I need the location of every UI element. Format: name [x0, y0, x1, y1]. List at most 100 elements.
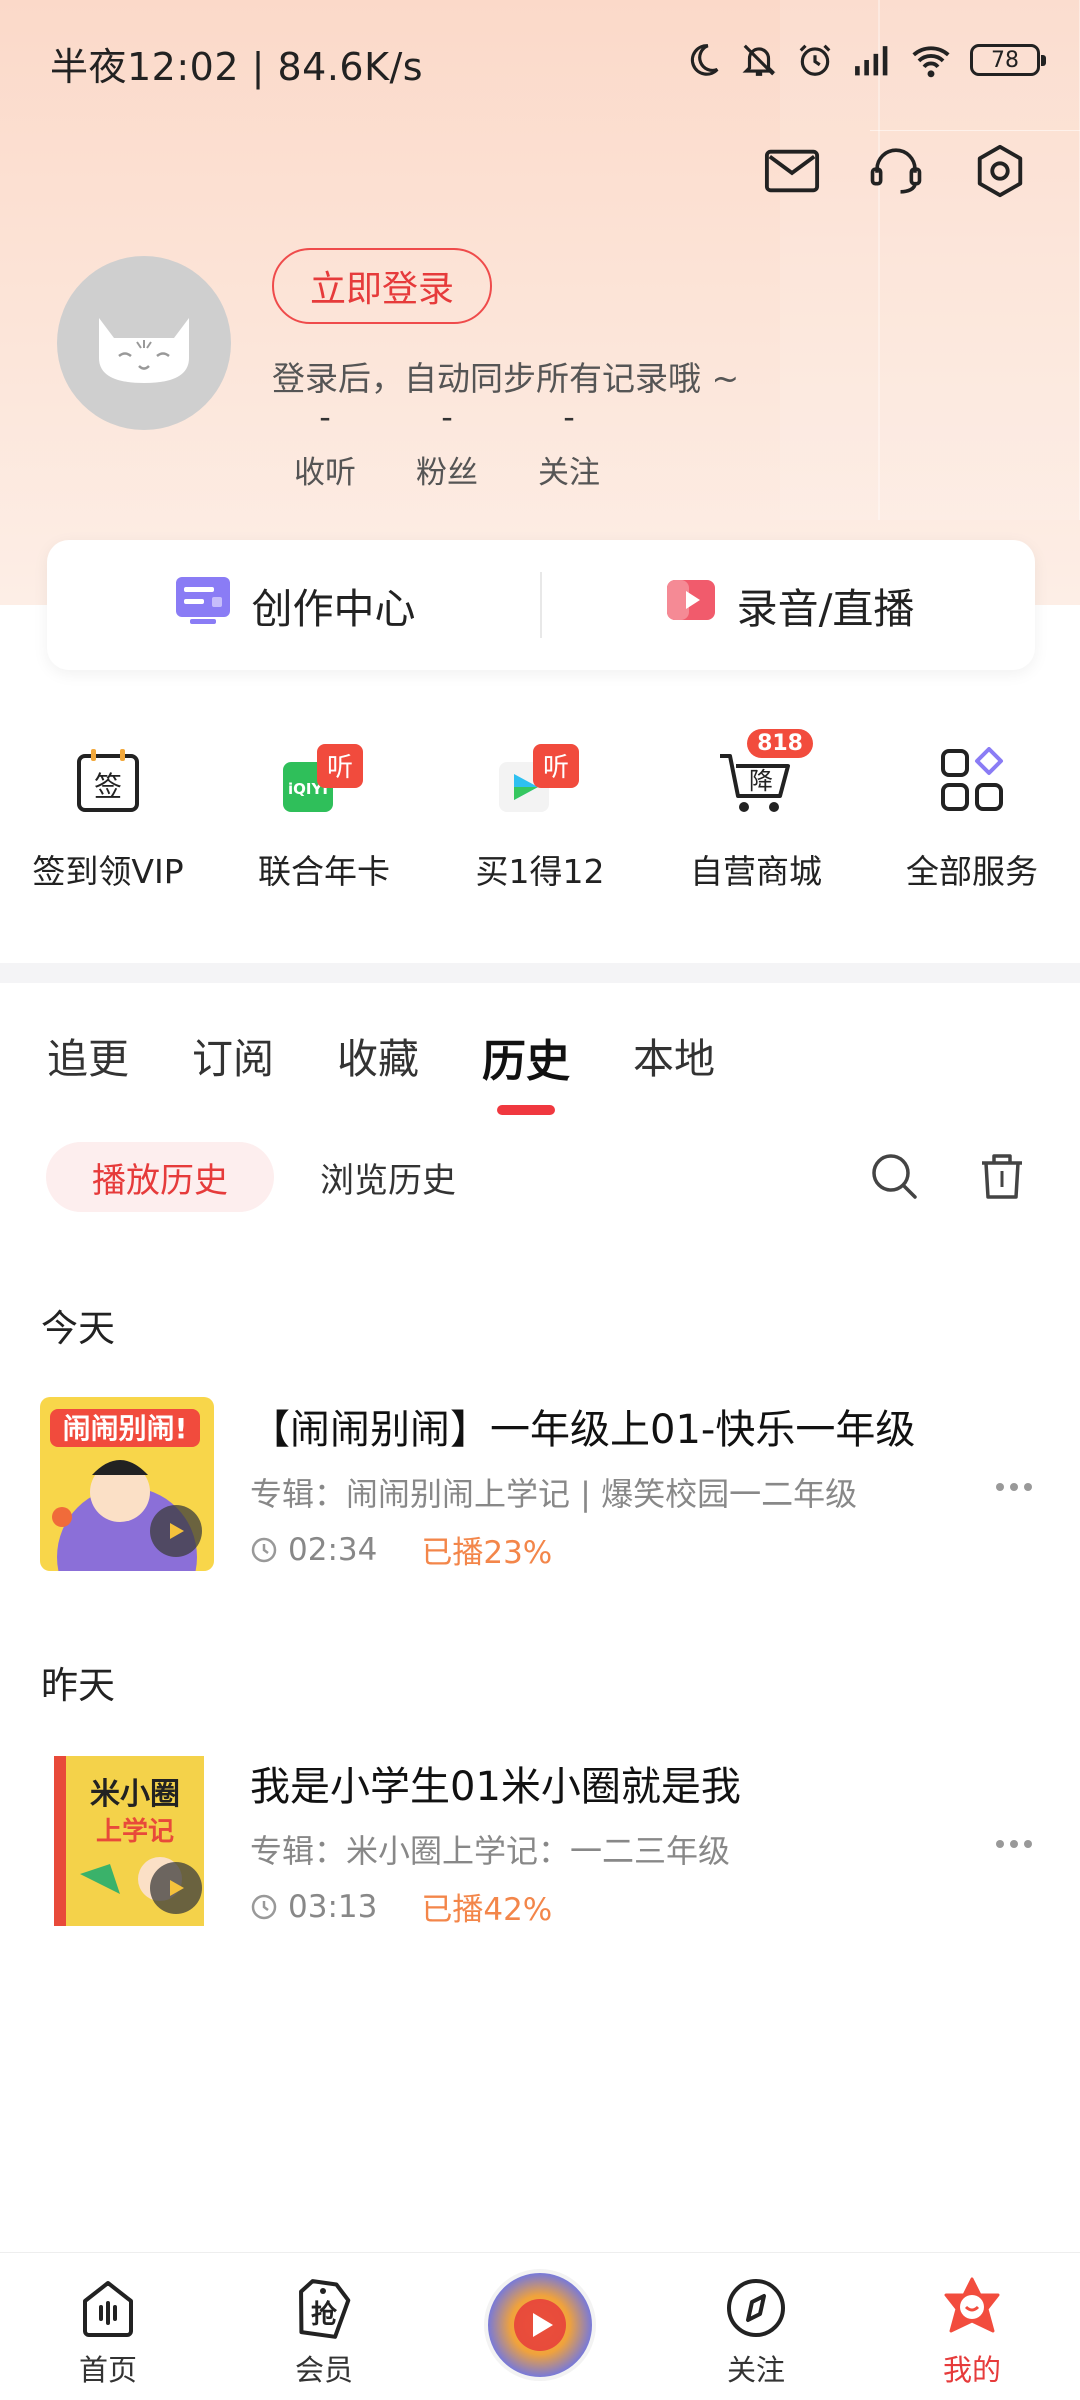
- now-playing-disc: [484, 2269, 596, 2381]
- nav-mine[interactable]: 我的: [864, 2253, 1080, 2400]
- duration: 03:13: [250, 1889, 377, 1925]
- stat-label: 粉丝: [416, 455, 478, 491]
- settings-icon[interactable]: [972, 143, 1028, 199]
- buy-one-get-twelve-icon: 听: [495, 735, 585, 825]
- library-tabs: 追更 订阅 收藏 历史 本地: [47, 1025, 715, 1099]
- moon-icon: [684, 41, 722, 79]
- track-meta: 02:34 已播23%: [250, 1527, 552, 1572]
- customer-service-icon[interactable]: [868, 143, 924, 199]
- tab-favorites[interactable]: 收藏: [337, 1025, 419, 1099]
- creation-card: 创作中心 录音/直播: [47, 540, 1035, 670]
- home-icon: [73, 2273, 143, 2343]
- track-meta: 03:13 已播42%: [250, 1884, 552, 1929]
- history-actions: [866, 1148, 1030, 1204]
- creation-center-icon: [172, 573, 234, 637]
- mail-icon[interactable]: [764, 143, 820, 199]
- nav-home[interactable]: 首页: [0, 2253, 216, 2400]
- login-hint: 登录后，自动同步所有记录哦 ~: [272, 359, 740, 398]
- nav-vip[interactable]: 抢 会员: [216, 2253, 432, 2400]
- album-name: 专辑：闹闹别闹上学记 | 爆笑校园一二年级: [250, 1475, 858, 1513]
- play-progress: 已播23%: [421, 1535, 553, 1571]
- svg-text:上学记: 上学记: [96, 1816, 174, 1847]
- service-grid: 签 签到领VIP iQIYI 听 联合年卡 听 买1得12 降 818 自营商城 …: [0, 729, 1080, 893]
- alarm-icon: [796, 41, 834, 79]
- album-name: 专辑：米小圈上学记：一二三年级: [250, 1832, 731, 1870]
- search-icon[interactable]: [866, 1148, 922, 1204]
- compass-icon: [721, 2273, 791, 2343]
- record-live-button[interactable]: 录音/直播: [542, 575, 1035, 635]
- creation-center-button[interactable]: 创作中心: [47, 573, 540, 637]
- stat-label: 关注: [538, 455, 600, 491]
- play-icon: [150, 1862, 202, 1914]
- service-sign-in-vip[interactable]: 签 签到领VIP: [0, 735, 216, 893]
- svg-text:签: 签: [94, 770, 122, 803]
- stat-label: 收听: [294, 455, 356, 491]
- wifi-icon: [910, 41, 952, 79]
- service-annual-card[interactable]: iQIYI 听 联合年卡: [216, 735, 432, 893]
- more-options-icon[interactable]: [996, 1477, 1040, 1497]
- subtab-play-history[interactable]: 播放历史: [46, 1142, 274, 1212]
- history-subtabs: 播放历史 浏览历史: [46, 1142, 502, 1212]
- status-bar: 半夜12:02 | 84.6K/s 78: [0, 0, 1080, 120]
- stat-value: -: [563, 398, 575, 436]
- nav-follow[interactable]: 关注: [648, 2253, 864, 2400]
- nav-now-playing[interactable]: [432, 2253, 648, 2400]
- vip-grab-icon: 抢: [289, 2273, 359, 2343]
- stat-listen[interactable]: - 收听: [264, 395, 386, 492]
- mine-icon: [937, 2273, 1007, 2343]
- svg-text:听: 听: [327, 753, 353, 783]
- album-cover: 米小圈 上学记: [40, 1754, 214, 1928]
- record-live-label: 录音/直播: [736, 585, 915, 633]
- bottom-nav: 首页 抢 会员 关注 我的: [0, 2252, 1080, 2400]
- nav-label: 会员: [294, 2353, 353, 2387]
- iqiyi-annual-card-icon: iQIYI 听: [279, 735, 369, 825]
- battery-icon: 78: [970, 44, 1046, 76]
- svg-text:抢: 抢: [311, 2299, 338, 2330]
- clock-icon: [251, 1537, 277, 1562]
- duration: 02:34: [250, 1532, 377, 1568]
- subtab-browse-history[interactable]: 浏览历史: [274, 1142, 502, 1212]
- tab-subscriptions[interactable]: 订阅: [192, 1025, 274, 1099]
- history-item[interactable]: 闹闹别闹! 【闹闹别闹】一年级上01-快乐一年级 专辑：闹闹别闹上学记 | 爆笑…: [40, 1397, 1040, 1572]
- service-label: 签到领VIP: [32, 852, 184, 891]
- avatar[interactable]: [57, 256, 231, 430]
- nav-label: 首页: [78, 2353, 137, 2387]
- promo-badge: 818: [747, 729, 813, 758]
- stat-following[interactable]: - 关注: [508, 395, 630, 492]
- tab-history[interactable]: 历史: [482, 1025, 570, 1099]
- status-icons: 78: [684, 36, 1046, 84]
- nav-label: 关注: [726, 2353, 785, 2387]
- day-label-today: 今天: [41, 1307, 115, 1350]
- service-buy-one-get-twelve[interactable]: 听 买1得12: [432, 735, 648, 893]
- duration-text: 03:13: [288, 1888, 378, 1925]
- trash-icon[interactable]: [974, 1148, 1030, 1204]
- svg-text:听: 听: [543, 753, 569, 783]
- status-time-speed: 半夜12:02 | 84.6K/s: [50, 45, 424, 89]
- svg-text:米小圈: 米小圈: [90, 1777, 180, 1812]
- duration-text: 02:34: [288, 1531, 378, 1568]
- creation-center-label: 创作中心: [251, 585, 416, 633]
- stat-value: -: [441, 398, 453, 436]
- play-icon: [150, 1505, 202, 1557]
- login-button[interactable]: 立即登录: [272, 248, 492, 324]
- clock-icon: [251, 1894, 277, 1919]
- service-label: 自营商城: [690, 852, 822, 891]
- tab-local[interactable]: 本地: [633, 1025, 715, 1099]
- history-item[interactable]: 米小圈 上学记 我是小学生01米小圈就是我 专辑：米小圈上学记：一二三年级 03…: [40, 1754, 1040, 1929]
- service-label: 全部服务: [906, 852, 1038, 891]
- header-actions: [764, 143, 1028, 199]
- tab-updates[interactable]: 追更: [47, 1025, 129, 1099]
- track-title: 我是小学生01米小圈就是我: [250, 1764, 741, 1810]
- service-mall[interactable]: 降 818 自营商城: [648, 729, 864, 893]
- service-label: 联合年卡: [258, 852, 390, 891]
- all-services-icon: [927, 735, 1017, 825]
- sign-in-icon: 签: [63, 735, 153, 825]
- play-progress: 已播42%: [421, 1892, 553, 1928]
- more-options-icon[interactable]: [996, 1834, 1040, 1854]
- service-all[interactable]: 全部服务: [864, 735, 1080, 893]
- day-label-yesterday: 昨天: [41, 1664, 115, 1707]
- service-label: 买1得12: [475, 852, 605, 891]
- stat-value: -: [319, 398, 331, 436]
- stat-fans[interactable]: - 粉丝: [386, 395, 508, 492]
- section-divider: [0, 963, 1080, 983]
